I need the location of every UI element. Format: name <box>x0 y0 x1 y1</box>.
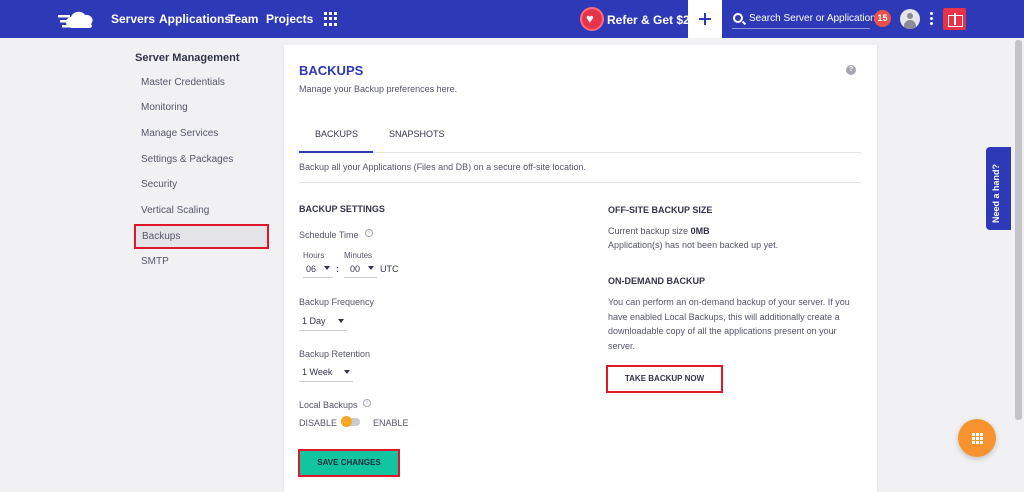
backups-card: BACKUPS Manage your Backup preferences h… <box>284 45 877 492</box>
page-subtitle: Manage your Backup preferences here. <box>299 84 458 94</box>
sidebar-item-vertical-scaling[interactable]: Vertical Scaling <box>141 205 209 216</box>
cloudways-logo[interactable] <box>58 7 98 31</box>
more-options-icon[interactable] <box>930 12 933 26</box>
info-icon: i <box>365 229 373 237</box>
backup-description: Backup all your Applications (Files and … <box>299 162 586 172</box>
help-icon[interactable]: ? <box>846 65 856 75</box>
on-demand-text-line: server. <box>608 340 636 351</box>
backup-status: Application(s) has not been backed up ye… <box>608 240 779 250</box>
sidebar-item-monitoring[interactable]: Monitoring <box>141 102 188 113</box>
sidebar-item-manage-services[interactable]: Manage Services <box>141 128 218 139</box>
backup-retention-label: Backup Retention <box>299 349 371 359</box>
sidebar-item-master-credentials[interactable]: Master Credentials <box>141 77 225 88</box>
tab-backups[interactable]: BACKUPS <box>315 129 358 139</box>
sidebar-item-backups[interactable]: Backups <box>134 224 269 249</box>
offsite-size-heading: OFF-SITE BACKUP SIZE <box>608 205 713 215</box>
gift-icon[interactable] <box>943 8 966 30</box>
timezone-label: UTC <box>380 264 399 274</box>
hours-select[interactable]: 06 <box>306 264 316 274</box>
nav-servers[interactable]: Servers <box>111 12 155 26</box>
backup-frequency-select[interactable]: 1 Day <box>302 316 326 326</box>
hours-label: Hours <box>303 251 325 260</box>
enable-label: ENABLE <box>373 418 409 428</box>
grid-icon <box>972 433 983 444</box>
disable-label: DISABLE <box>299 418 338 428</box>
tabs-divider <box>299 152 861 153</box>
scrollbar-thumb[interactable] <box>1015 40 1022 420</box>
size-value: 0MB <box>690 226 710 236</box>
nav-projects[interactable]: Projects <box>266 12 313 26</box>
heart-icon <box>582 9 602 29</box>
nav-applications[interactable]: Applications <box>159 12 231 26</box>
search-input[interactable]: Search Server or Application <box>732 9 876 29</box>
top-navbar: Servers Applications Team Projects Refer… <box>0 0 1024 38</box>
sidebar-item-smtp[interactable]: SMTP <box>141 256 169 267</box>
notification-badge[interactable]: 15 <box>874 10 891 27</box>
take-backup-now-button[interactable]: TAKE BACKUP NOW <box>606 365 723 393</box>
local-backups-label: Local Backups <box>299 400 358 410</box>
backup-retention-select[interactable]: 1 Week <box>302 367 332 377</box>
refer-button[interactable]: Refer & Get $20 <box>582 6 696 32</box>
time-separator: : <box>336 264 339 274</box>
search-icon <box>733 13 743 23</box>
backup-frequency-label: Backup Frequency <box>299 297 375 307</box>
hours-underline <box>303 277 333 278</box>
backup-settings-heading: BACKUP SETTINGS <box>299 204 385 214</box>
on-demand-heading: ON-DEMAND BACKUP <box>608 276 705 286</box>
current-backup-size: Current backup size 0MB <box>608 224 710 239</box>
size-prefix: Current backup size <box>608 226 689 236</box>
need-a-hand-label: Need a hand? <box>991 163 1001 223</box>
retention-underline <box>299 381 353 382</box>
chevron-down-icon <box>344 370 350 374</box>
on-demand-text-line: have enabled Local Backups, this will ad… <box>608 311 840 322</box>
chevron-down-icon <box>368 266 374 270</box>
page-title: BACKUPS <box>299 63 364 78</box>
apps-grid-icon[interactable] <box>324 12 338 26</box>
section-divider <box>299 182 861 183</box>
tab-snapshots[interactable]: SNAPSHOTS <box>389 129 445 139</box>
save-changes-button[interactable]: SAVE CHANGES <box>298 449 400 477</box>
minutes-select[interactable]: 00 <box>350 264 360 274</box>
sidebar-item-security[interactable]: Security <box>141 179 177 190</box>
active-tab-indicator <box>299 151 373 153</box>
sidebar-title: Server Management <box>135 52 240 64</box>
on-demand-text-line: downloadable copy of all the application… <box>608 326 837 336</box>
refer-label: Refer & Get $20 <box>607 13 697 27</box>
on-demand-text-line: You can perform an on-demand backup of y… <box>608 297 850 307</box>
minutes-underline <box>344 277 377 278</box>
add-button[interactable] <box>688 0 722 38</box>
frequency-underline <box>299 330 347 331</box>
schedule-time-label: Schedule Time <box>299 230 359 240</box>
nav-team[interactable]: Team <box>228 12 258 26</box>
need-a-hand-tab[interactable]: Need a hand? <box>986 147 1011 230</box>
avatar[interactable] <box>900 9 920 29</box>
minutes-label: Minutes <box>344 251 373 260</box>
sidebar-item-settings-packages[interactable]: Settings & Packages <box>141 154 233 165</box>
info-icon: i <box>363 399 371 407</box>
chevron-down-icon <box>338 319 344 323</box>
chevron-down-icon <box>324 266 330 270</box>
toggle-knob[interactable] <box>341 416 352 427</box>
search-placeholder: Search Server or Application <box>749 13 876 24</box>
